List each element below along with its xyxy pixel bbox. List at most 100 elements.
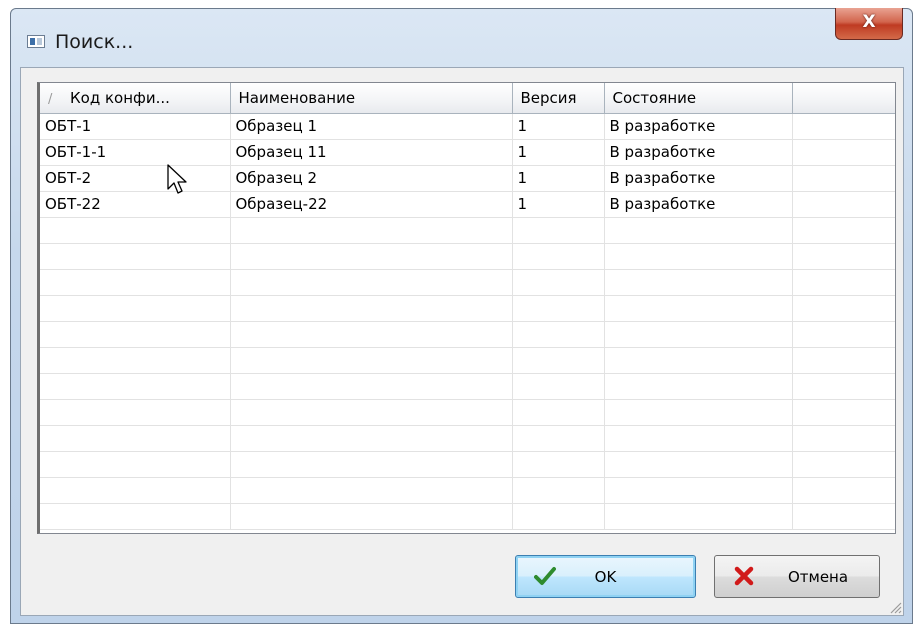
table-row[interactable] bbox=[40, 425, 895, 452]
table-cell: 1 bbox=[512, 139, 605, 166]
table-cell: Образец-22 bbox=[230, 191, 513, 218]
table-cell: В разработке bbox=[604, 139, 793, 166]
table-cell bbox=[792, 503, 895, 530]
table-cell bbox=[604, 399, 793, 426]
ok-label: OK bbox=[594, 568, 617, 586]
mouse-pointer-icon bbox=[166, 163, 188, 197]
column-header-code[interactable]: / Код конфи... bbox=[40, 83, 231, 114]
table-cell bbox=[40, 295, 231, 322]
table-cell bbox=[230, 347, 513, 374]
red-x-icon bbox=[733, 565, 755, 587]
table-cell: ОБТ-1 bbox=[40, 113, 231, 140]
table-cell bbox=[604, 373, 793, 400]
table-cell bbox=[604, 477, 793, 504]
table-cell bbox=[230, 321, 513, 348]
ok-button[interactable]: OK bbox=[515, 555, 696, 598]
column-header-version[interactable]: Версия bbox=[512, 83, 605, 114]
table-cell bbox=[792, 269, 895, 296]
table-cell: В разработке bbox=[604, 165, 793, 192]
table-cell bbox=[512, 425, 605, 452]
cancel-label: Отмена bbox=[787, 568, 849, 586]
table-cell: 1 bbox=[512, 191, 605, 218]
table-cell bbox=[604, 295, 793, 322]
table-cell: ОБТ-1-1 bbox=[40, 139, 231, 166]
table-row[interactable] bbox=[40, 321, 895, 348]
dialog-title: Поиск... bbox=[55, 31, 134, 53]
table-cell bbox=[792, 113, 895, 140]
table-cell bbox=[512, 399, 605, 426]
dialog-body: / Код конфи... Наименование Версия Состоя… bbox=[20, 67, 904, 616]
table-cell bbox=[40, 477, 231, 504]
table-cell bbox=[230, 477, 513, 504]
table-row[interactable] bbox=[40, 399, 895, 426]
table-cell bbox=[40, 451, 231, 478]
table-row[interactable]: ОБТ-1 Образец 11В разработке bbox=[40, 113, 895, 140]
column-header-empty[interactable] bbox=[792, 83, 895, 114]
table-cell bbox=[604, 425, 793, 452]
results-table: / Код конфи... Наименование Версия Состоя… bbox=[40, 83, 895, 530]
header-row: / Код конфи... Наименование Версия Состоя… bbox=[40, 83, 895, 114]
cancel-button[interactable]: Отмена bbox=[714, 555, 880, 598]
table-cell bbox=[230, 451, 513, 478]
sort-indicator-icon: / bbox=[48, 91, 53, 107]
window-icon bbox=[27, 35, 45, 48]
table-cell bbox=[40, 425, 231, 452]
table-cell bbox=[792, 321, 895, 348]
table-cell bbox=[792, 347, 895, 374]
table-cell bbox=[230, 373, 513, 400]
table-cell bbox=[40, 243, 231, 270]
table-cell bbox=[512, 243, 605, 270]
table-cell bbox=[792, 217, 895, 244]
table-cell bbox=[792, 139, 895, 166]
table-cell bbox=[512, 451, 605, 478]
table-row[interactable] bbox=[40, 269, 895, 296]
table-cell bbox=[230, 503, 513, 530]
table-row[interactable] bbox=[40, 451, 895, 478]
table-row[interactable] bbox=[40, 373, 895, 400]
table-cell bbox=[40, 269, 231, 296]
table-cell bbox=[230, 269, 513, 296]
table-cell bbox=[230, 399, 513, 426]
table-cell bbox=[230, 295, 513, 322]
title-bar[interactable]: Поиск... X bbox=[11, 8, 912, 67]
close-button[interactable]: X bbox=[835, 8, 903, 40]
table-cell bbox=[792, 451, 895, 478]
table-cell bbox=[230, 217, 513, 244]
table-row[interactable] bbox=[40, 243, 895, 270]
table-cell bbox=[230, 425, 513, 452]
table-cell bbox=[40, 373, 231, 400]
table-cell bbox=[512, 321, 605, 348]
table-cell bbox=[512, 217, 605, 244]
search-dialog: Поиск... X / Код конфи... Наименование Ве… bbox=[10, 8, 913, 624]
table-cell bbox=[512, 373, 605, 400]
table-cell: В разработке bbox=[604, 113, 793, 140]
table-cell bbox=[792, 399, 895, 426]
table-cell bbox=[792, 373, 895, 400]
table-cell bbox=[792, 191, 895, 218]
table-cell bbox=[512, 269, 605, 296]
results-grid[interactable]: / Код конфи... Наименование Версия Состоя… bbox=[37, 82, 896, 534]
table-cell bbox=[40, 399, 231, 426]
table-cell bbox=[604, 243, 793, 270]
resize-grip-icon[interactable] bbox=[886, 598, 902, 614]
table-cell bbox=[40, 503, 231, 530]
table-cell: 1 bbox=[512, 113, 605, 140]
column-header-name[interactable]: Наименование bbox=[230, 83, 513, 114]
table-row[interactable] bbox=[40, 503, 895, 530]
table-cell: ОБТ-2 bbox=[40, 165, 231, 192]
table-cell: Образец 1 bbox=[230, 113, 513, 140]
table-cell bbox=[40, 217, 231, 244]
table-row[interactable]: ОБТ-1-1 Образец 11 1 В разработке bbox=[40, 139, 895, 166]
table-row[interactable] bbox=[40, 295, 895, 322]
table-cell bbox=[40, 321, 231, 348]
table-row[interactable] bbox=[40, 477, 895, 504]
table-cell: В разработке bbox=[604, 191, 793, 218]
column-header-state[interactable]: Состояние bbox=[604, 83, 793, 114]
table-cell bbox=[604, 347, 793, 374]
table-cell bbox=[792, 477, 895, 504]
table-row[interactable] bbox=[40, 217, 895, 244]
table-cell bbox=[792, 243, 895, 270]
table-cell bbox=[604, 269, 793, 296]
table-row[interactable] bbox=[40, 347, 895, 374]
table-cell: Образец 2 bbox=[230, 165, 513, 192]
